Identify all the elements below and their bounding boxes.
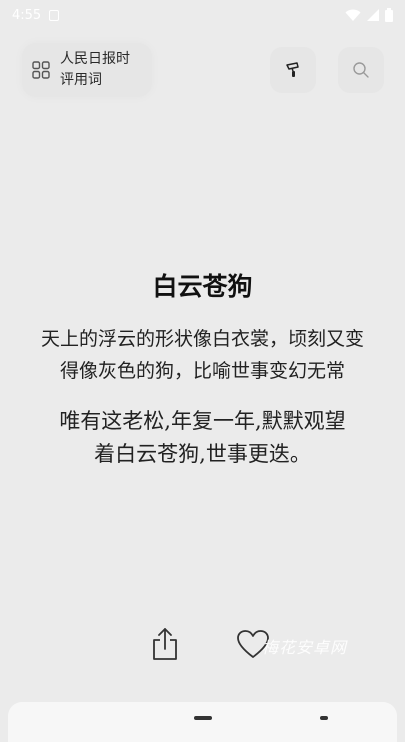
- poem-explanation: 天上的浮云的形状像白衣裳，顷刻又变得像灰色的狗，比喻世事变幻无常: [40, 328, 364, 382]
- category-selector[interactable]: 人民日报时 评用词: [22, 43, 152, 97]
- category-label: 人民日报时 评用词: [60, 51, 130, 88]
- brush-icon: [286, 62, 299, 77]
- status-left: 4:55: [12, 7, 60, 23]
- signal-icon: [367, 9, 379, 21]
- poem-text: 唯有这老松,年复一年,默默观望着白云苍狗,世事更迭。: [59, 409, 346, 466]
- share-icon[interactable]: [150, 627, 180, 661]
- top-bar: 人民日报时 评用词: [22, 42, 384, 98]
- status-right: [345, 8, 393, 22]
- battery-icon: [385, 8, 393, 22]
- status-bar: 4:55: [0, 0, 405, 30]
- sheet-indicator: [320, 716, 328, 720]
- sheet-handle: [194, 716, 212, 720]
- grid-icon: [32, 61, 50, 79]
- status-time: 4:55: [12, 7, 42, 23]
- watermark: 梅花安卓网: [262, 638, 348, 657]
- theme-brush-button[interactable]: [270, 47, 316, 93]
- poem-card: 白云苍狗 天上的浮云的形状像白衣裳，顷刻又变得像灰色的狗，比喻世事变幻无常 唯有…: [0, 265, 405, 471]
- action-bar: [150, 624, 270, 664]
- notification-icon: [49, 9, 60, 21]
- poem-title: 白云苍狗: [152, 272, 253, 301]
- bottom-sheet[interactable]: [8, 702, 397, 742]
- header-actions: [270, 47, 384, 93]
- search-icon: [353, 62, 369, 78]
- search-button[interactable]: [338, 47, 384, 93]
- wifi-icon: [345, 9, 361, 21]
